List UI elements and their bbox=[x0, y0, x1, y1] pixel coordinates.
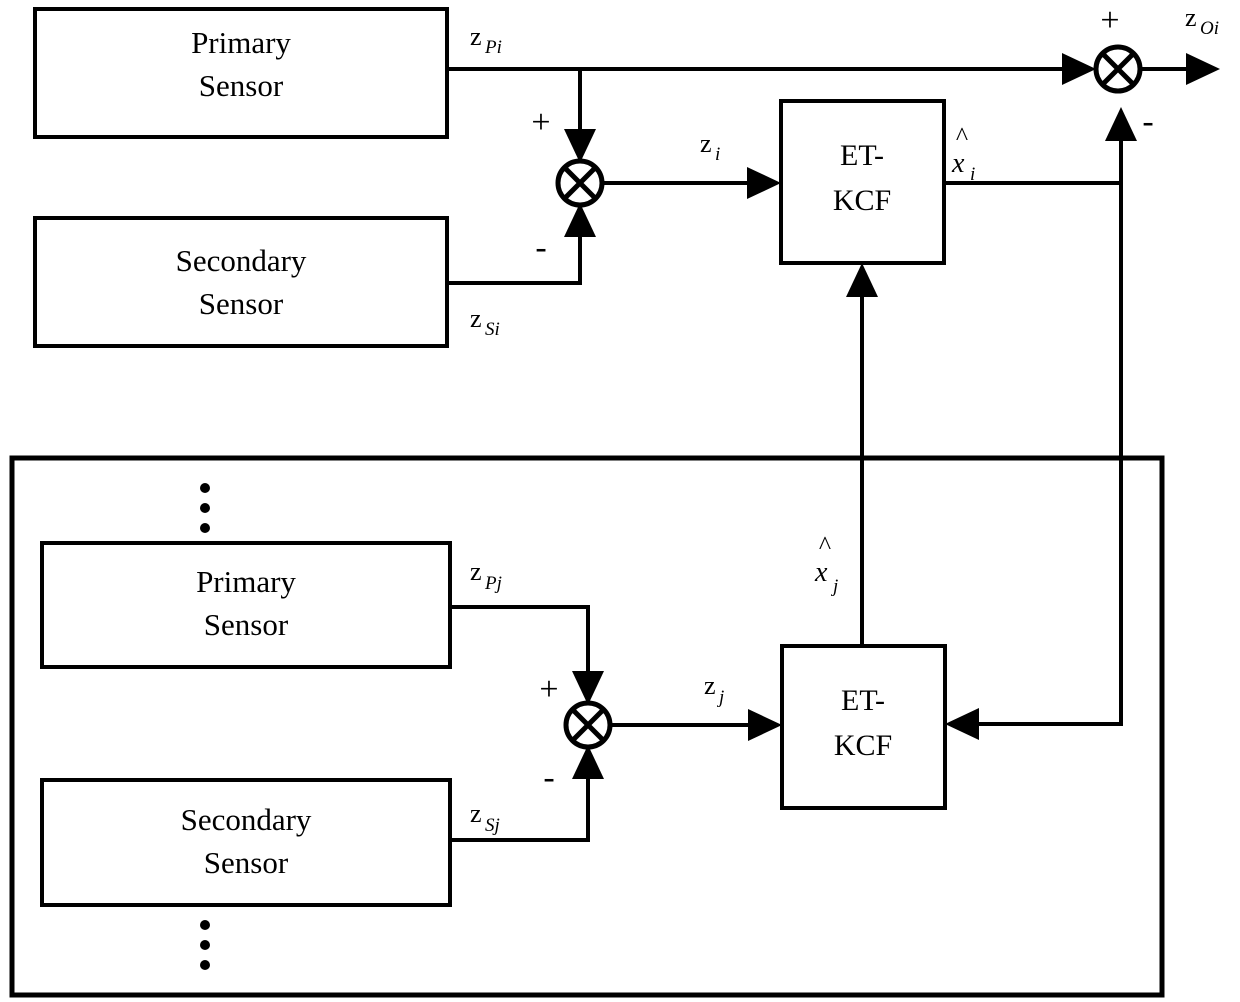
signal-label-x-hat-i: ^ x i bbox=[951, 122, 975, 185]
secondary-sensor-i-label-line1: Secondary bbox=[176, 243, 307, 278]
ellipsis-top-dot-1 bbox=[200, 483, 210, 493]
ellipsis-bottom-dot-3 bbox=[200, 960, 210, 970]
signal-x-hat-i-accent: ^ bbox=[956, 122, 968, 151]
arrowhead-into-sum-i-bottom bbox=[564, 203, 596, 237]
wire-z-si-to-sum-i bbox=[447, 237, 582, 285]
signal-x-hat-i-base: x bbox=[951, 148, 965, 179]
secondary-sensor-i-box bbox=[33, 216, 449, 348]
et-kcf-j-label-line1: ET- bbox=[841, 684, 885, 717]
arrowhead-into-et-kcf-i-bottom bbox=[846, 263, 878, 297]
arrowhead-into-sum-j-bottom bbox=[572, 745, 604, 779]
secondary-sensor-j-label-line2: Sensor bbox=[204, 845, 289, 880]
arrowhead-z-oi-output bbox=[1186, 53, 1220, 85]
sign-minus-sum-j: - bbox=[543, 759, 554, 796]
signal-label-z-oi: z Oi bbox=[1185, 3, 1219, 39]
et-kcf-i-label-line1: ET- bbox=[840, 139, 884, 172]
signal-z-i-sub: i bbox=[715, 144, 720, 165]
sign-plus-output-sum: + bbox=[1100, 2, 1119, 39]
signal-x-hat-i-sub: i bbox=[970, 164, 975, 185]
ellipsis-top-dot-2 bbox=[200, 503, 210, 513]
signal-x-hat-j-base: x bbox=[814, 557, 828, 588]
et-kcf-i-label-line2: KCF bbox=[833, 184, 891, 217]
ellipsis-bottom-dot-2 bbox=[200, 940, 210, 950]
signal-z-sj-sub: Sj bbox=[485, 815, 500, 836]
secondary-sensor-j-box bbox=[40, 778, 452, 907]
et-kcf-i-box bbox=[779, 99, 946, 265]
signal-label-z-pj: z Pj bbox=[470, 557, 502, 594]
signal-z-i-base: z bbox=[700, 129, 712, 158]
signal-z-j-sub: j bbox=[716, 687, 724, 708]
signal-label-z-sj: z Sj bbox=[470, 799, 500, 836]
sign-minus-output-sum: - bbox=[1142, 103, 1153, 140]
wire-feedback-x-hat-i-to-et-kcf-j bbox=[979, 183, 1123, 726]
diagram-canvas: Primary Sensor Secondary Sensor ET- KCF bbox=[9, 2, 1220, 998]
arrowhead-into-output-sum bbox=[1062, 53, 1096, 85]
primary-sensor-i-label-line1: Primary bbox=[191, 25, 291, 60]
et-kcf-j-label-line2: KCF bbox=[834, 729, 892, 762]
sign-minus-sum-i: - bbox=[535, 229, 546, 266]
signal-z-j-base: z bbox=[704, 671, 716, 700]
signal-z-oi-sub: Oi bbox=[1200, 18, 1219, 39]
primary-sensor-i-label-line2: Sensor bbox=[199, 68, 284, 103]
secondary-sensor-i-label-line2: Sensor bbox=[199, 286, 284, 321]
block-diagram-root: Primary Sensor Secondary Sensor ET- KCF bbox=[0, 0, 1240, 1002]
primary-sensor-j-label-line2: Sensor bbox=[204, 607, 289, 642]
signal-z-oi-base: z bbox=[1185, 3, 1197, 32]
arrowhead-into-output-sum-bottom bbox=[1105, 107, 1137, 141]
arrowhead-into-et-kcf-j-left bbox=[748, 709, 782, 741]
arrowhead-into-et-kcf-i bbox=[747, 167, 781, 199]
primary-sensor-j-box bbox=[40, 541, 452, 669]
signal-z-sj-base: z bbox=[470, 799, 482, 828]
signal-x-hat-j-sub: j bbox=[830, 576, 838, 597]
sign-plus-sum-i: + bbox=[531, 104, 550, 141]
ellipsis-bottom-dot-1 bbox=[200, 920, 210, 930]
signal-z-pi-sub: Pi bbox=[484, 37, 502, 58]
ellipsis-top-dot-3 bbox=[200, 523, 210, 533]
signal-z-si-sub: Si bbox=[485, 319, 500, 340]
signal-z-si-base: z bbox=[470, 304, 482, 333]
signal-label-z-pi: z Pi bbox=[470, 22, 502, 58]
wire-z-pj-to-sum-j bbox=[450, 605, 590, 671]
et-kcf-j-box bbox=[780, 644, 947, 810]
signal-label-x-hat-j: ^ x j bbox=[814, 531, 838, 597]
signal-z-pj-sub: Pj bbox=[484, 573, 502, 594]
arrowhead-into-sum-i-top bbox=[564, 129, 596, 163]
signal-label-z-si: z Si bbox=[470, 304, 500, 340]
signal-z-pi-base: z bbox=[470, 22, 482, 51]
signal-label-z-i: z i bbox=[700, 129, 720, 165]
arrowhead-into-sum-j-top bbox=[572, 671, 604, 705]
signal-z-pj-base: z bbox=[470, 557, 482, 586]
secondary-sensor-j-label-line1: Secondary bbox=[181, 802, 312, 837]
primary-sensor-j-label-line1: Primary bbox=[196, 564, 296, 599]
arrowhead-into-et-kcf-j-right bbox=[945, 708, 979, 740]
signal-label-z-j: z j bbox=[704, 671, 724, 708]
sign-plus-sum-j: + bbox=[539, 671, 558, 708]
signal-x-hat-j-accent: ^ bbox=[819, 531, 831, 560]
